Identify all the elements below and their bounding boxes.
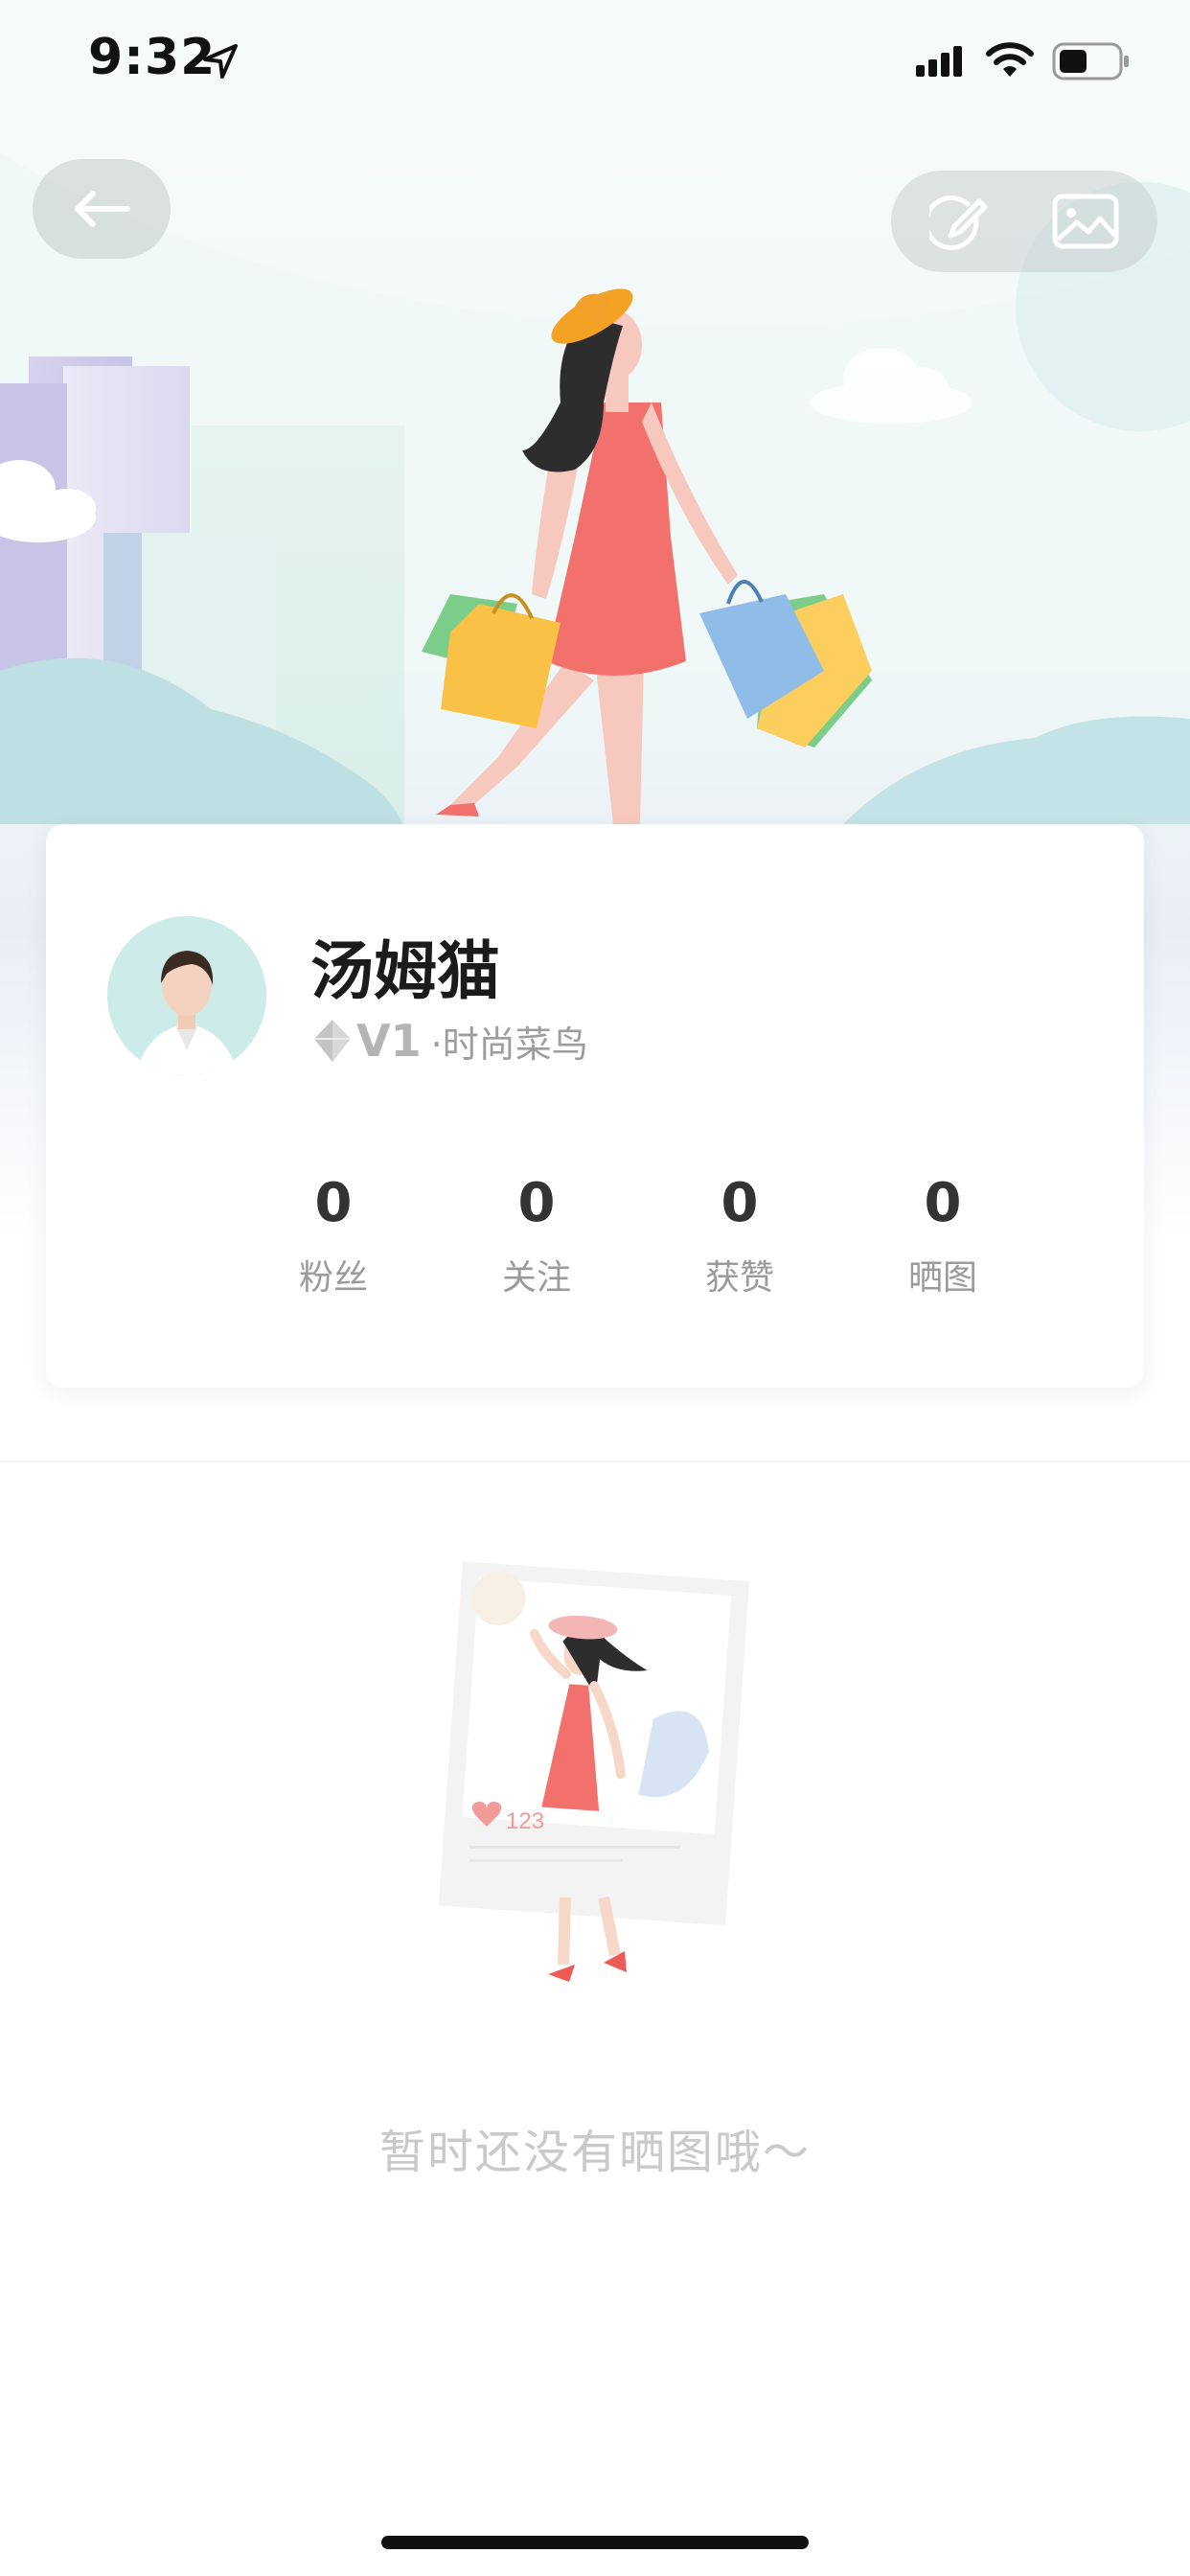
arrow-left-icon — [75, 191, 130, 227]
stat-label: 晒图 — [907, 1258, 977, 1298]
stat-value: 0 — [517, 1172, 556, 1234]
wifi-icon — [986, 42, 1034, 77]
stats-row: 0 粉丝 0 关注 0 获赞 0 晒图 — [238, 1169, 1004, 1313]
status-time: 9:32 — [88, 29, 217, 86]
card-likes: 123 — [506, 1808, 544, 1834]
empty-state-illustration: 123 — [422, 1552, 786, 2012]
stat-value: 0 — [721, 1172, 759, 1234]
status-bar: 9:32 — [0, 0, 1190, 125]
stat-label: 关注 — [501, 1258, 571, 1298]
empty-state-message: 暂时还没有晒图哦～ — [378, 2126, 811, 2179]
diamond-icon — [314, 1020, 351, 1062]
avatar-photo — [107, 916, 266, 1075]
back-button[interactable] — [33, 159, 171, 259]
stat-photos[interactable]: 0 晒图 — [847, 1169, 1039, 1300]
edit-icon[interactable] — [929, 196, 989, 255]
stat-value: 0 — [314, 1172, 353, 1234]
stat-label: 粉丝 — [298, 1258, 368, 1298]
stat-fans[interactable]: 0 粉丝 — [238, 1169, 429, 1300]
profile-card: 汤姆猫 V1 ·时尚菜鸟 0 粉丝 0 关注 0 获赞 0 晒图 — [46, 824, 1144, 1388]
username: 汤姆猫 — [310, 934, 500, 1008]
image-icon[interactable] — [1052, 194, 1119, 249]
stat-label: 获赞 — [704, 1258, 774, 1298]
battery-icon — [1052, 42, 1129, 80]
signal-icon — [916, 46, 962, 77]
level-badge: V1 ·时尚菜鸟 — [312, 1014, 588, 1068]
avatar[interactable] — [107, 916, 266, 1075]
home-indicator[interactable] — [381, 2536, 809, 2549]
header-actions — [891, 171, 1157, 272]
location-arrow-icon — [203, 44, 238, 79]
stat-value: 0 — [924, 1172, 962, 1234]
stat-following[interactable]: 0 关注 — [441, 1169, 632, 1300]
level-title: ·时尚菜鸟 — [430, 1023, 588, 1066]
section-divider — [0, 1460, 1190, 1462]
level-text: V1 — [356, 1015, 422, 1067]
stat-likes[interactable]: 0 获赞 — [644, 1169, 835, 1300]
